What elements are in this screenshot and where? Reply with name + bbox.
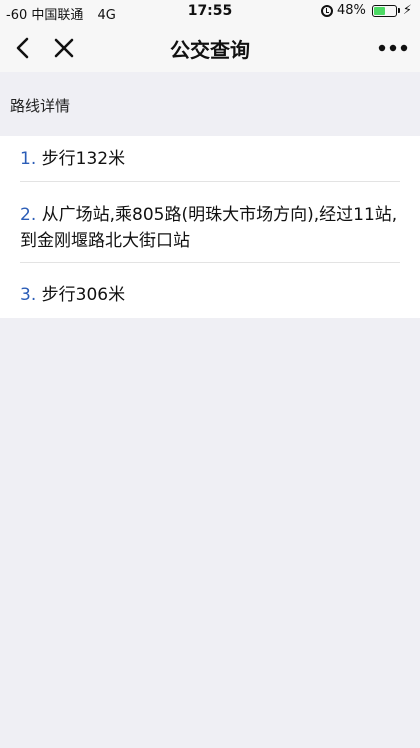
nav-bar: 公交查询 — [0, 24, 420, 72]
list-item: 1. 步行132米 — [20, 146, 400, 172]
step-number: 1. — [20, 149, 37, 169]
divider — [20, 262, 400, 263]
step-text: 步行132米 — [41, 149, 126, 169]
list-item: 3. 步行306米 — [20, 282, 400, 308]
charging-icon: ⚡ — [402, 3, 412, 18]
battery-fill — [373, 6, 385, 15]
page-title: 公交查询 — [170, 38, 250, 62]
close-icon[interactable] — [52, 36, 76, 60]
section-title: 路线详情 — [10, 97, 71, 115]
step-number: 2. — [20, 205, 37, 225]
chevron-left-icon[interactable] — [12, 36, 36, 60]
more-dots-icon[interactable] — [376, 36, 410, 60]
divider — [20, 181, 400, 182]
step-text: 步行306米 — [41, 285, 126, 305]
status-bar: -60 中国联通 4G 17:55 48% ⚡ — [0, 0, 420, 24]
battery-percent: 48% — [336, 3, 366, 18]
alarm-icon — [320, 4, 333, 17]
battery-icon — [371, 4, 400, 17]
status-right: 48% ⚡ — [320, 3, 412, 18]
step-text: 从广场站,乘805路(明珠大市场方向),经过11站,到金刚堰路北大街口站 — [20, 205, 398, 251]
step-number: 3. — [20, 285, 37, 305]
route-steps-list: 1. 步行132米 2. 从广场站,乘805路(明珠大市场方向),经过11站,到… — [0, 136, 420, 318]
list-item: 2. 从广场站,乘805路(明珠大市场方向),经过11站,到金刚堰路北大街口站 — [20, 202, 400, 254]
